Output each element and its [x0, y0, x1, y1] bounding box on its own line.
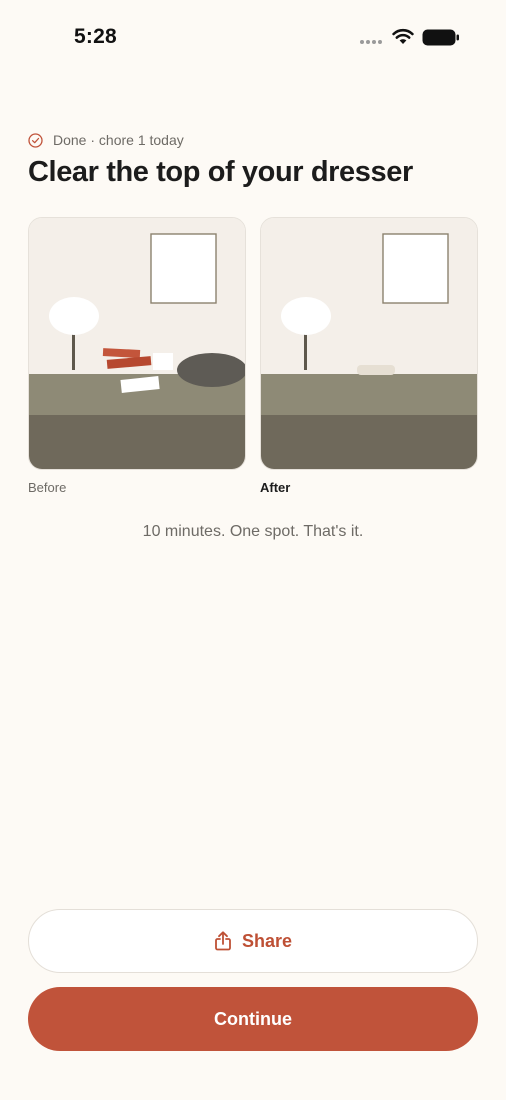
wall-frame	[150, 233, 217, 304]
check-circle-icon	[28, 132, 43, 148]
signal-dots-icon	[360, 40, 382, 44]
share-button[interactable]: Share	[28, 909, 478, 973]
lamp-stand	[72, 334, 75, 370]
dresser-front	[261, 415, 477, 469]
battery-icon	[422, 29, 459, 46]
wifi-icon	[392, 28, 414, 44]
share-label: Share	[241, 930, 293, 951]
tagline: 10 minutes. One spot. That's it.	[142, 523, 364, 540]
lamp-stand	[304, 334, 307, 370]
done-label: Done · chore 1 today	[53, 132, 184, 148]
after-image	[260, 217, 478, 470]
status-time: 5:28	[74, 25, 117, 48]
continue-button[interactable]: Continue	[28, 987, 478, 1051]
tray-clutter	[177, 353, 245, 387]
dresser-top	[261, 374, 477, 415]
page-title: Clear the top of your dresser	[28, 156, 413, 188]
continue-label: Continue	[214, 1008, 292, 1029]
before-image	[28, 217, 246, 470]
before-caption: Before	[28, 480, 67, 495]
paper-clutter	[153, 353, 173, 370]
lamp-shade	[49, 297, 99, 335]
dresser-front	[29, 415, 245, 469]
done-status: Done · chore 1 today	[28, 131, 184, 149]
small-dish	[357, 365, 395, 375]
status-bar: 5:28	[0, 0, 506, 76]
screen: 5:28 Done · chore 1 today Clear the top …	[0, 0, 506, 1100]
share-icon	[215, 931, 231, 951]
wall-frame	[382, 233, 449, 304]
after-caption: After	[260, 480, 291, 495]
lamp-shade	[281, 297, 331, 335]
